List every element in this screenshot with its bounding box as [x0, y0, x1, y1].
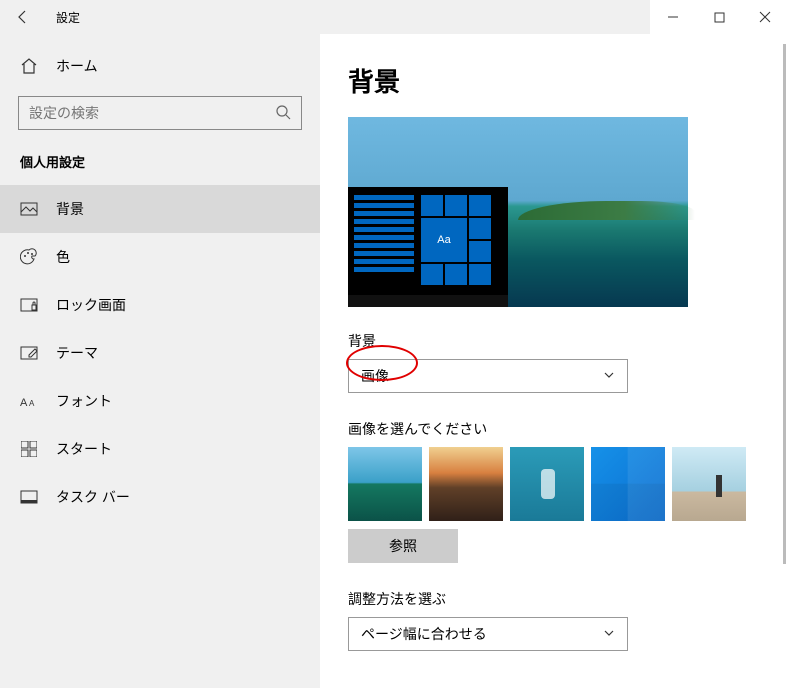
fit-dropdown[interactable]: ページ幅に合わせる [348, 617, 628, 651]
search-box[interactable] [18, 96, 302, 130]
nav-start[interactable]: スタート [0, 425, 320, 473]
nav-label: フォント [56, 391, 112, 411]
wallpaper-thumb-4[interactable] [591, 447, 665, 521]
taskbar-icon [20, 488, 38, 506]
preview-taskbar [348, 295, 508, 307]
preview-sample-text: Aa [421, 218, 467, 262]
wallpaper-thumb-1[interactable] [348, 447, 422, 521]
start-icon [20, 440, 38, 458]
sidebar: ホーム 個人用設定 背景 色 ロック画面 [0, 34, 320, 688]
nav-themes[interactable]: テーマ [0, 329, 320, 377]
wallpaper-thumb-2[interactable] [429, 447, 503, 521]
nav-background[interactable]: 背景 [0, 185, 320, 233]
window-controls [650, 0, 788, 34]
nav-fonts[interactable]: AA フォント [0, 377, 320, 425]
dropdown-value: 画像 [361, 366, 389, 386]
window-title: 設定 [46, 9, 80, 26]
wallpaper-thumb-5[interactable] [672, 447, 746, 521]
preview-landscape [518, 201, 695, 220]
maximize-icon [714, 12, 725, 23]
dropdown-value: ページ幅に合わせる [361, 624, 487, 644]
nav-label: タスク バー [56, 487, 130, 507]
background-label: 背景 [348, 331, 788, 351]
choose-image-label: 画像を選んでください [348, 419, 788, 439]
category-heading: 個人用設定 [0, 148, 320, 185]
main-content: 背景 Aa 背景 画像 [320, 34, 788, 688]
nav-label: ロック画面 [56, 295, 126, 315]
nav-label: スタート [56, 439, 112, 459]
close-button[interactable] [742, 0, 788, 34]
lock-frame-icon [20, 296, 38, 314]
nav-lockscreen[interactable]: ロック画面 [0, 281, 320, 329]
maximize-button[interactable] [696, 0, 742, 34]
close-icon [759, 11, 771, 23]
browse-label: 参照 [389, 536, 417, 556]
titlebar: 設定 [0, 0, 788, 34]
font-icon: AA [20, 392, 38, 410]
minimize-icon [667, 11, 679, 23]
nav-label: 色 [56, 247, 70, 267]
nav-label: テーマ [56, 343, 98, 363]
back-button[interactable] [0, 0, 46, 34]
picture-icon [20, 200, 38, 218]
nav-colors[interactable]: 色 [0, 233, 320, 281]
preview-start-list [354, 195, 414, 275]
minimize-button[interactable] [650, 0, 696, 34]
home-label: ホーム [56, 56, 98, 76]
background-type-dropdown[interactable]: 画像 [348, 359, 628, 393]
chevron-down-icon [603, 368, 615, 384]
search-icon [275, 104, 291, 123]
preview-desktop-overlay: Aa [348, 187, 508, 307]
background-preview: Aa [348, 117, 688, 307]
scrollbar[interactable] [783, 44, 786, 564]
wallpaper-thumb-3[interactable] [510, 447, 584, 521]
theme-icon [20, 344, 38, 362]
home-link[interactable]: ホーム [0, 44, 320, 88]
page-title: 背景 [348, 62, 788, 99]
image-thumbnails [348, 447, 788, 521]
search-input[interactable] [29, 105, 291, 121]
svg-text:A: A [29, 399, 35, 408]
chevron-down-icon [603, 626, 615, 642]
fit-label: 調整方法を選ぶ [348, 589, 788, 609]
palette-icon [20, 248, 38, 266]
nav-label: 背景 [56, 199, 84, 219]
arrow-left-icon [15, 9, 31, 25]
svg-text:A: A [20, 397, 28, 409]
home-icon [20, 57, 38, 75]
nav-taskbar[interactable]: タスク バー [0, 473, 320, 521]
preview-start-tiles: Aa [421, 195, 491, 285]
browse-button[interactable]: 参照 [348, 529, 458, 563]
